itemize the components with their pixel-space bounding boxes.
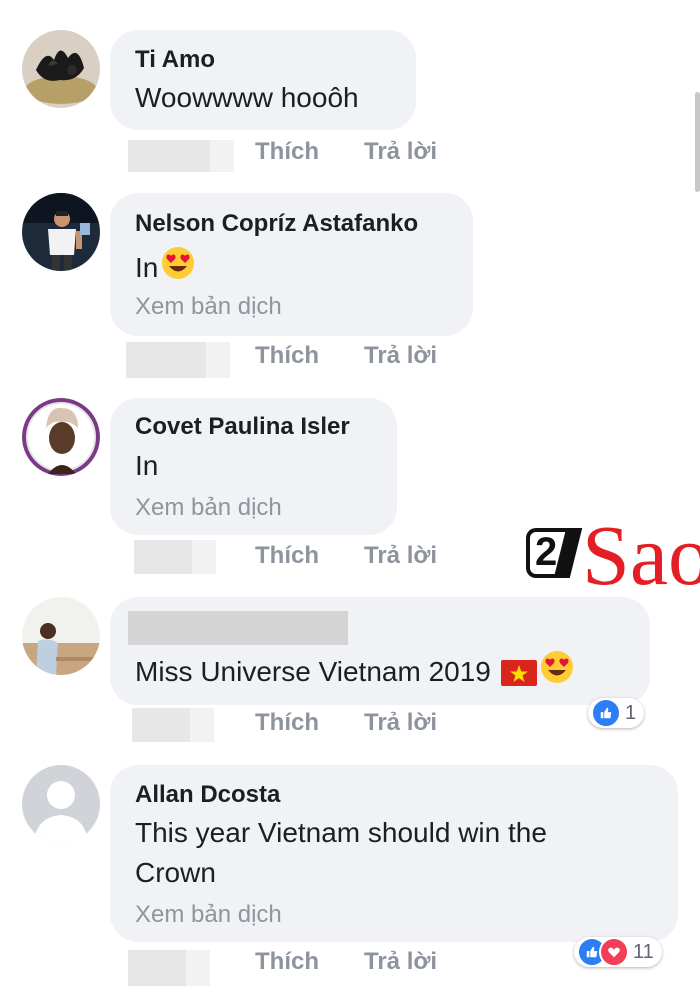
2sao-watermark-logo: 2 Sao	[526, 512, 700, 598]
author-name[interactable]: Allan Dcosta	[135, 781, 280, 809]
reply-link[interactable]: Trả lời	[364, 709, 437, 737]
vietnam-flag-icon	[500, 660, 537, 686]
reply-link[interactable]: Trả lời	[364, 948, 437, 976]
timestamp-redacted	[128, 950, 210, 986]
timestamp-redacted	[132, 708, 214, 742]
previous-comment-fragment	[145, 0, 215, 2]
reply-link[interactable]: Trả lời	[364, 342, 437, 370]
comment-bubble: Nelson Copríz Astafanko In Xem bản dịch	[110, 193, 473, 336]
reaction-count: 1	[625, 701, 637, 724]
author-name[interactable]: Nelson Copríz Astafanko	[135, 210, 418, 238]
avatar[interactable]	[22, 398, 100, 476]
comment-text: In	[135, 450, 159, 481]
comment-bubble: Ti Amo Woowwww hooôh	[110, 30, 416, 130]
comment-text: Woowwww hooôh	[135, 82, 359, 113]
logo-word: Sao	[582, 507, 700, 603]
author-name[interactable]: Covet Paulina Isler	[135, 413, 350, 441]
reaction-summary[interactable]: 1	[588, 698, 645, 728]
see-translation-link[interactable]: Xem bản dịch	[135, 901, 282, 929]
timestamp-redacted	[134, 540, 216, 574]
comment-text-line2: Crown	[135, 857, 216, 888]
comment-bubble: Allan Dcosta This year Vietnam should wi…	[110, 765, 678, 942]
scrollbar[interactable]	[695, 92, 700, 192]
like-link[interactable]: Thích	[255, 709, 319, 737]
timestamp-redacted	[128, 140, 234, 172]
avatar[interactable]	[22, 30, 100, 108]
like-reaction-icon	[591, 698, 621, 728]
reaction-count: 11	[633, 940, 654, 963]
like-link[interactable]: Thích	[255, 342, 319, 370]
comment-text: In	[135, 252, 159, 283]
reaction-summary[interactable]: 11	[574, 937, 662, 967]
author-name[interactable]: Ti Amo	[135, 46, 215, 74]
comment-text-line: In	[135, 245, 196, 288]
avatar[interactable]	[22, 597, 100, 675]
avatar[interactable]	[22, 193, 100, 271]
reply-link[interactable]: Trả lời	[364, 138, 437, 166]
heart-eyes-emoji-icon	[539, 649, 575, 685]
comment-bubble: Miss Universe Vietnam 2019	[110, 597, 650, 705]
logo-number: 2	[535, 530, 558, 574]
avatar[interactable]	[22, 765, 100, 843]
see-translation-link[interactable]: Xem bản dịch	[135, 494, 282, 522]
like-link[interactable]: Thích	[255, 542, 319, 570]
comment-text: Miss Universe Vietnam 2019	[135, 656, 491, 687]
like-link[interactable]: Thích	[255, 948, 319, 976]
comment-text-line: Miss Universe Vietnam 2019	[135, 649, 575, 692]
timestamp-redacted	[126, 342, 230, 378]
heart-eyes-emoji-icon	[160, 245, 196, 281]
logo-text: Sao	[582, 512, 700, 598]
see-translation-link[interactable]: Xem bản dịch	[135, 293, 282, 321]
reply-link[interactable]: Trả lời	[364, 542, 437, 570]
comment-text-line1: This year Vietnam should win the	[135, 817, 547, 848]
comment-bubble: Covet Paulina Isler In Xem bản dịch	[110, 398, 397, 535]
author-name-redacted	[128, 611, 348, 645]
like-link[interactable]: Thích	[255, 138, 319, 166]
love-reaction-icon	[599, 937, 629, 967]
